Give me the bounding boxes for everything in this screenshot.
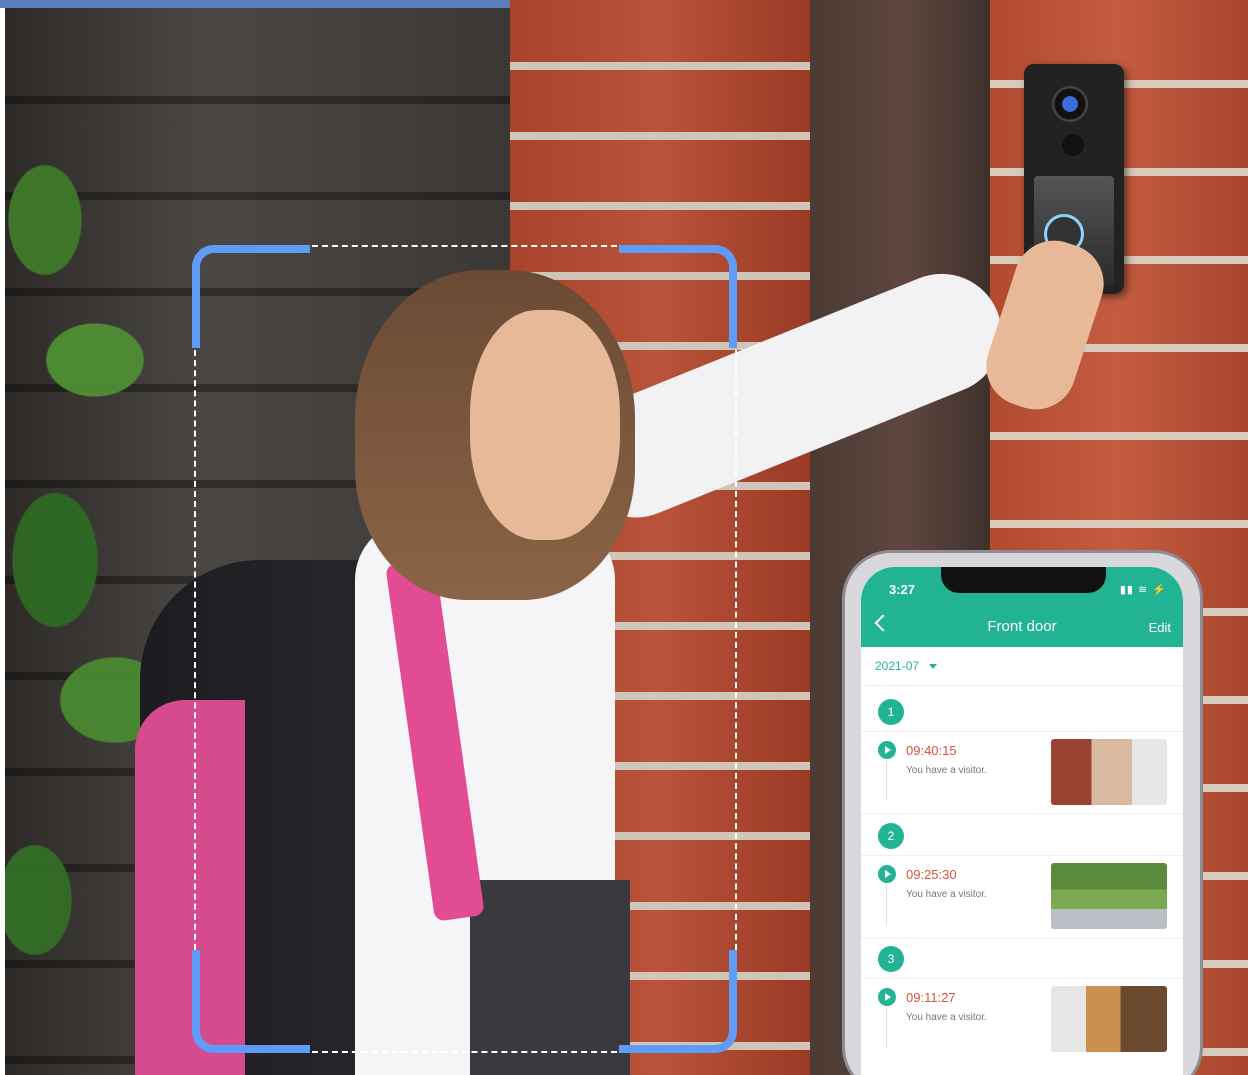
month-selector[interactable]: 2021-07 xyxy=(861,647,1183,686)
entry-number-badge: 2 xyxy=(878,823,904,849)
detection-frame xyxy=(192,245,737,1053)
frame-corner-bottom-left xyxy=(192,950,310,1053)
phone-notch xyxy=(941,567,1106,593)
event-entry[interactable]: 1 09:40:15 You have a visitor. xyxy=(861,691,1183,815)
frame-corner-top-right xyxy=(619,245,737,348)
event-thumbnail[interactable] xyxy=(1051,986,1167,1052)
month-label[interactable]: 2021-07 xyxy=(875,659,919,673)
caret-down-icon[interactable] xyxy=(929,664,937,669)
event-time: 09:25:30 xyxy=(906,867,957,882)
doorbell-scene: 3:27 ▮▮ ≋ ⚡ Front door Edit 2021-07 1 09… xyxy=(0,0,1248,1075)
frame-dash-bottom xyxy=(302,1051,627,1053)
smartphone: 3:27 ▮▮ ≋ ⚡ Front door Edit 2021-07 1 09… xyxy=(845,553,1200,1075)
frame-dash-right xyxy=(735,340,737,960)
entry-number-badge: 3 xyxy=(878,946,904,972)
event-time: 09:11:27 xyxy=(906,990,956,1005)
timeline-line xyxy=(886,1008,887,1048)
event-time: 09:40:15 xyxy=(906,743,957,758)
status-icons: ▮▮ ≋ ⚡ xyxy=(1119,584,1167,596)
divider xyxy=(861,978,1183,979)
divider xyxy=(861,731,1183,732)
timeline-line xyxy=(886,761,887,801)
status-time: 3:27 xyxy=(889,582,916,597)
entry-number-badge: 1 xyxy=(878,699,904,725)
play-icon[interactable] xyxy=(878,741,896,759)
play-icon[interactable] xyxy=(878,865,896,883)
edit-button[interactable]: Edit xyxy=(1149,620,1171,635)
event-message: You have a visitor. xyxy=(906,889,987,900)
phone-screen: 3:27 ▮▮ ≋ ⚡ Front door Edit 2021-07 1 09… xyxy=(861,567,1183,1075)
page-title: Front door xyxy=(987,618,1057,635)
frame-corner-top-left xyxy=(192,245,310,348)
play-icon[interactable] xyxy=(878,988,896,1006)
event-message: You have a visitor. xyxy=(906,1012,987,1023)
event-thumbnail[interactable] xyxy=(1051,863,1167,929)
event-entry[interactable]: 3 09:11:27 You have a visitor. xyxy=(861,938,1183,1062)
event-entry[interactable]: 2 09:25:30 You have a visitor. xyxy=(861,815,1183,939)
timeline-line xyxy=(886,885,887,925)
frame-corner-bottom-right xyxy=(619,950,737,1053)
frame-dash-top xyxy=(302,245,627,247)
frame-dash-left xyxy=(194,340,196,960)
motion-sensor xyxy=(1062,134,1084,156)
event-message: You have a visitor. xyxy=(906,765,987,776)
camera-lens xyxy=(1052,86,1088,122)
event-thumbnail[interactable] xyxy=(1051,739,1167,805)
divider xyxy=(861,855,1183,856)
